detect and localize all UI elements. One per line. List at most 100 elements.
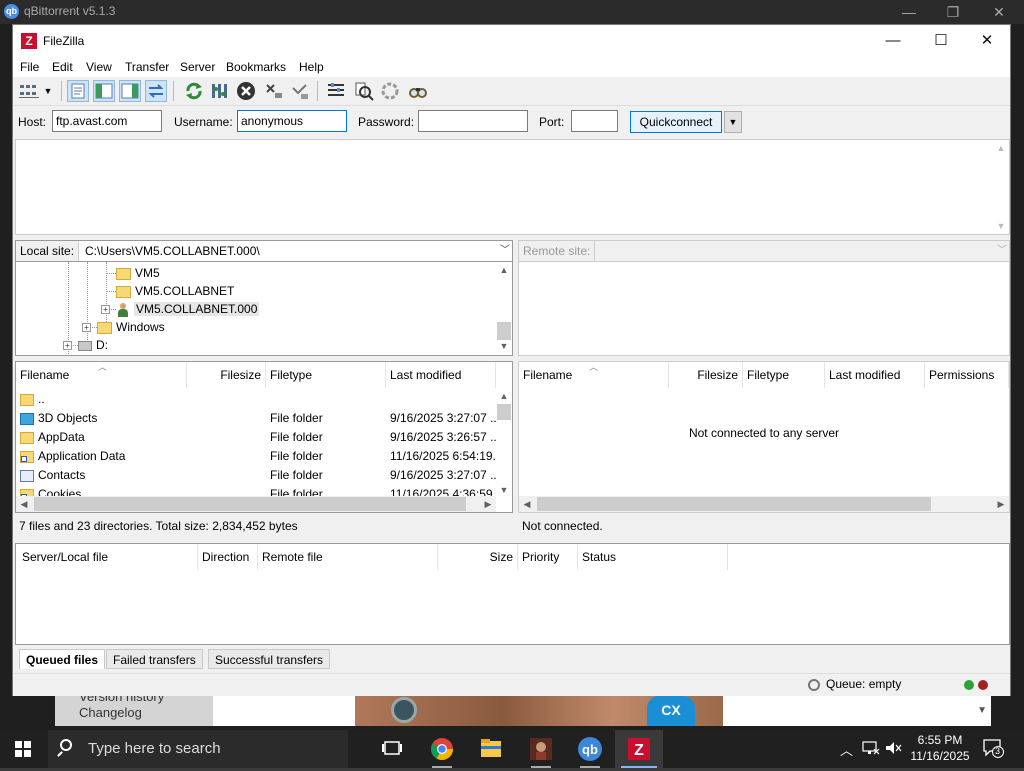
- scroll-left-icon[interactable]: ◀: [519, 496, 535, 512]
- scroll-up-icon[interactable]: ▲: [496, 388, 512, 404]
- tree-item-vm5[interactable]: VM5: [116, 264, 160, 282]
- quickconnect-history-dropdown-icon[interactable]: ▼: [724, 111, 742, 133]
- column-status[interactable]: Status: [578, 544, 728, 570]
- column-remote-file[interactable]: Remote file: [258, 544, 438, 570]
- tab-failed-transfers[interactable]: Failed transfers: [106, 649, 203, 669]
- scroll-thumb[interactable]: [537, 497, 931, 511]
- network-icon[interactable]: [862, 740, 880, 759]
- local-tree-scrollbar[interactable]: ▲ ▼: [496, 262, 512, 354]
- menu-view[interactable]: View: [86, 60, 112, 74]
- table-row[interactable]: ..: [16, 390, 496, 409]
- username-field[interactable]: anonymous: [237, 110, 347, 132]
- toggle-remote-tree-icon[interactable]: [119, 80, 141, 102]
- remote-list-hscrollbar[interactable]: ◀ ▶: [519, 496, 1009, 512]
- local-file-list[interactable]: ︿ Filename Filesize Filetype Last modifie…: [15, 361, 513, 513]
- scroll-right-icon[interactable]: ▶: [993, 496, 1009, 512]
- site-manager-icon[interactable]: [18, 80, 40, 102]
- toggle-message-log-icon[interactable]: [67, 80, 89, 102]
- chevron-down-icon[interactable]: ﹀: [500, 241, 510, 261]
- directory-listing-filters-icon[interactable]: [325, 80, 347, 102]
- menu-edit[interactable]: Edit: [52, 60, 73, 74]
- synchronized-browsing-icon[interactable]: [379, 80, 401, 102]
- password-field[interactable]: [418, 110, 528, 132]
- remote-directory-tree[interactable]: [518, 262, 1010, 356]
- scroll-left-icon[interactable]: ◀: [16, 496, 32, 512]
- directory-comparison-icon[interactable]: [353, 80, 375, 102]
- show-hidden-icons-icon[interactable]: ︿: [840, 740, 853, 759]
- reconnect-icon[interactable]: [289, 80, 311, 102]
- menu-transfer[interactable]: Transfer: [125, 60, 169, 74]
- close-button[interactable]: ✕: [964, 25, 1010, 57]
- table-row[interactable]: Application Data File folder 11/16/2025 6:…: [16, 447, 496, 466]
- site-manager-dropdown-icon[interactable]: ▼: [41, 80, 55, 102]
- local-directory-tree[interactable]: VM5 VM5.COLLABNET + VM5.COLLABNET.000 + …: [15, 262, 513, 356]
- transfer-queue[interactable]: Server/Local file Direction Remote file …: [15, 543, 1010, 645]
- expand-icon[interactable]: +: [82, 323, 91, 332]
- tree-item-drive-d[interactable]: D:: [78, 336, 108, 354]
- chevron-down-icon[interactable]: ▼: [977, 705, 987, 716]
- column-last-modified[interactable]: Last modified: [825, 362, 925, 388]
- column-server-local-file[interactable]: Server/Local file: [18, 544, 198, 570]
- qbittorrent-maximize-icon[interactable]: ❐: [938, 2, 968, 22]
- column-filesize[interactable]: Filesize: [669, 362, 743, 388]
- tree-item-vm5-collabnet-000[interactable]: VM5.COLLABNET.000: [116, 300, 260, 318]
- column-filename[interactable]: ︿ Filename: [16, 362, 187, 388]
- scroll-down-icon[interactable]: ▼: [993, 218, 1009, 234]
- toggle-transfer-queue-icon[interactable]: [145, 80, 167, 102]
- maximize-button[interactable]: ☐: [918, 25, 964, 57]
- scroll-down-icon[interactable]: ▼: [496, 338, 512, 354]
- column-last-modified[interactable]: Last modified: [386, 362, 496, 388]
- file-explorer-icon[interactable]: [467, 730, 515, 768]
- port-field[interactable]: [571, 110, 618, 132]
- menu-bookmarks[interactable]: Bookmarks: [226, 60, 286, 74]
- tree-item-vm5-collabnet[interactable]: VM5.COLLABNET: [116, 282, 234, 300]
- toggle-local-tree-icon[interactable]: [93, 80, 115, 102]
- disconnect-icon[interactable]: [263, 80, 285, 102]
- column-priority[interactable]: Priority: [518, 544, 578, 570]
- scroll-up-icon[interactable]: ▲: [993, 140, 1009, 156]
- refresh-icon[interactable]: [183, 80, 205, 102]
- chrome-icon[interactable]: [418, 730, 466, 768]
- local-site-path-input[interactable]: C:\Users\VM5.COLLABNET.000\: [82, 241, 495, 261]
- filezilla-taskbar-icon[interactable]: Z: [615, 730, 663, 768]
- changelog-link[interactable]: Changelog: [79, 705, 142, 720]
- scroll-thumb[interactable]: [497, 404, 511, 420]
- column-filetype[interactable]: Filetype: [266, 362, 386, 388]
- notification-center-icon[interactable]: 3: [982, 738, 1004, 758]
- column-direction[interactable]: Direction: [198, 544, 258, 570]
- expand-icon[interactable]: +: [63, 341, 72, 350]
- message-log-scrollbar[interactable]: ▲ ▼: [993, 140, 1009, 234]
- cancel-operation-icon[interactable]: [235, 80, 257, 102]
- game-app-icon[interactable]: [517, 730, 565, 768]
- message-log[interactable]: ▲ ▼: [15, 139, 1010, 235]
- table-row[interactable]: AppData File folder 9/16/2025 3:26:57 ...: [16, 428, 496, 447]
- scroll-thumb[interactable]: [34, 497, 466, 511]
- column-filesize[interactable]: Filesize: [187, 362, 266, 388]
- menu-server[interactable]: Server: [180, 60, 215, 74]
- scroll-right-icon[interactable]: ▶: [480, 496, 496, 512]
- minimize-button[interactable]: —: [870, 25, 916, 57]
- task-view-icon[interactable]: [368, 730, 416, 768]
- local-list-hscrollbar[interactable]: ◀ ▶: [16, 496, 496, 512]
- scroll-up-icon[interactable]: ▲: [496, 262, 512, 278]
- local-list-vscrollbar[interactable]: ▲ ▼: [496, 388, 512, 498]
- taskbar-search-box[interactable]: Type here to search: [48, 730, 348, 768]
- quickconnect-button[interactable]: Quickconnect: [630, 111, 722, 133]
- table-row[interactable]: Contacts File folder 9/16/2025 3:27:07 ...: [16, 466, 496, 485]
- start-button[interactable]: [0, 730, 48, 768]
- tab-successful-transfers[interactable]: Successful transfers: [208, 649, 331, 669]
- host-field[interactable]: ftp.avast.com: [52, 110, 162, 132]
- tab-queued-files[interactable]: Queued files: [19, 649, 106, 669]
- column-permissions[interactable]: Permissions: [925, 362, 1009, 388]
- column-filetype[interactable]: Filetype: [743, 362, 825, 388]
- taskbar-clock[interactable]: 6:55 PM 11/16/2025: [900, 732, 980, 764]
- column-filename[interactable]: ︿ Filename: [519, 362, 669, 388]
- menu-help[interactable]: Help: [299, 60, 324, 74]
- tree-item-windows[interactable]: Windows: [97, 318, 165, 336]
- scroll-down-icon[interactable]: ▼: [496, 482, 512, 498]
- process-queue-icon[interactable]: [209, 80, 231, 102]
- qbittorrent-taskbar-icon[interactable]: qb: [566, 730, 614, 768]
- qbittorrent-titlebar[interactable]: qb qBittorrent v5.1.3 — ❐ ✕: [0, 0, 1024, 24]
- expand-icon[interactable]: +: [101, 305, 110, 314]
- column-size[interactable]: Size: [438, 544, 518, 570]
